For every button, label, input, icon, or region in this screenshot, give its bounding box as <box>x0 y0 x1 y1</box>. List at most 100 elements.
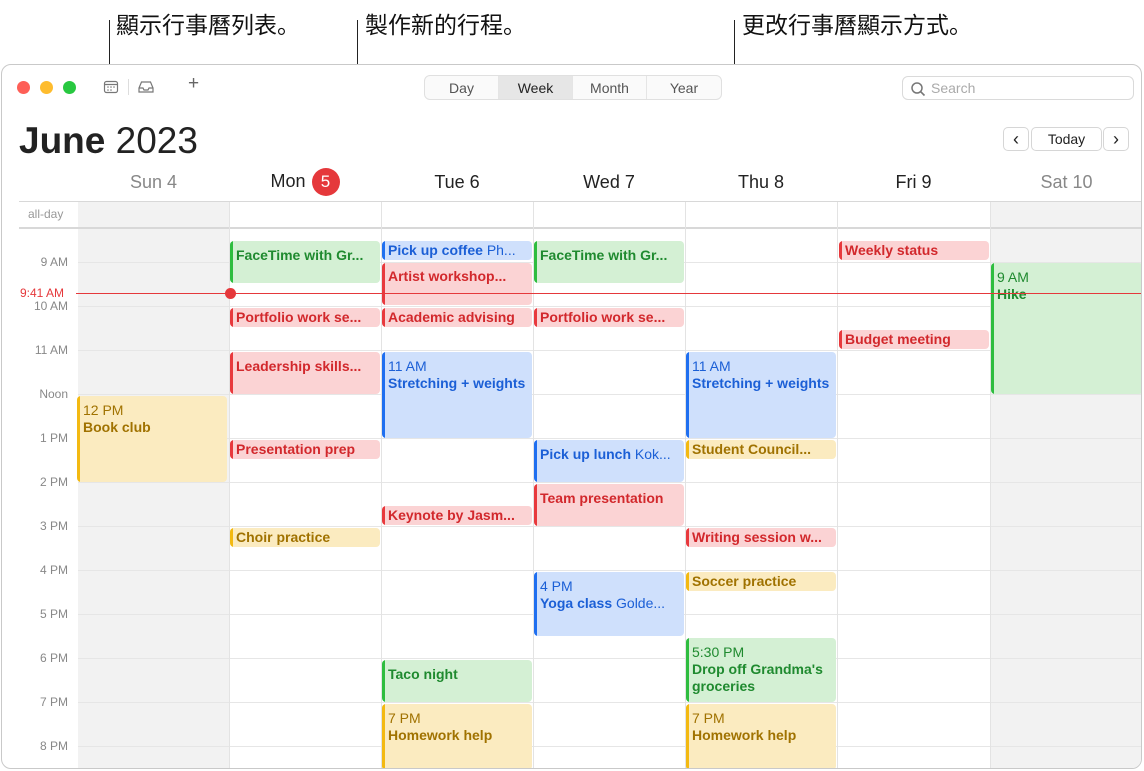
previous-week-button[interactable]: ‹ <box>1003 127 1029 151</box>
time-label: 6 PM <box>39 651 68 665</box>
hour-gridline <box>78 526 1141 527</box>
event-taco-night[interactable]: Taco night <box>382 660 532 702</box>
event-location: Kok... <box>634 446 671 462</box>
event-student-council[interactable]: Student Council... <box>686 440 836 459</box>
event-title: Pick up coffee <box>388 242 483 258</box>
event-academic-advising[interactable]: Academic advising <box>382 308 532 327</box>
tab-week[interactable]: Week <box>499 76 573 99</box>
callout-calendar-list: 顯示行事曆列表。 <box>116 13 300 39</box>
search-input[interactable] <box>931 79 1126 97</box>
event-keynote[interactable]: Keynote by Jasm... <box>382 506 532 525</box>
event-hike[interactable]: 9 AM Hike <box>991 263 1141 394</box>
event-location: Golde... <box>616 595 666 611</box>
all-day-divider <box>19 227 1141 229</box>
page-title: June 2023 <box>19 120 198 162</box>
event-title: Choir practice <box>236 529 331 545</box>
toolbar-divider <box>128 79 129 95</box>
event-title: Student Council... <box>692 441 811 457</box>
today-button[interactable]: Today <box>1031 127 1102 151</box>
event-title: Presentation prep <box>236 441 356 457</box>
event-color-bar <box>686 572 689 591</box>
hour-gridline <box>78 570 1141 571</box>
day-header-sun: Sun 4 <box>129 172 178 192</box>
event-weekly-status[interactable]: Weekly status <box>839 241 989 260</box>
zoom-window-button[interactable] <box>63 81 76 94</box>
tab-year[interactable]: Year <box>647 76 721 99</box>
event-color-bar <box>382 308 385 327</box>
time-label: 9 AM <box>40 255 68 269</box>
calendar-list-icon[interactable] <box>103 79 119 98</box>
event-homework-help[interactable]: 7 PM Homework help <box>686 704 836 768</box>
event-facetime[interactable]: FaceTime with Gr... <box>534 241 684 283</box>
event-color-bar <box>839 241 842 260</box>
hour-gridline <box>78 702 1141 703</box>
event-color-bar <box>686 440 689 459</box>
tab-month[interactable]: Month <box>573 76 647 99</box>
time-label: 8 PM <box>39 739 68 753</box>
event-title: Weekly status <box>845 242 939 258</box>
callout-new-event: 製作新的行程。 <box>365 13 526 39</box>
next-week-button[interactable]: › <box>1103 127 1129 151</box>
event-title: Team presentation <box>540 490 664 506</box>
event-title: Stretching + weights <box>388 375 526 391</box>
day-header-fri: Fri 9 <box>895 172 932 192</box>
event-homework-help[interactable]: 7 PM Homework help <box>382 704 532 768</box>
day-header-mon: Mon 5 <box>229 168 381 196</box>
event-title: Drop off Grandma's groceries <box>692 661 823 694</box>
event-title: Portfolio work se... <box>236 309 362 325</box>
event-soccer-practice[interactable]: Soccer practice <box>686 572 836 591</box>
event-stretching-weights[interactable]: 11 AM Stretching + weights <box>382 352 532 438</box>
day-header-wed: Wed 7 <box>583 172 635 192</box>
event-color-bar <box>382 660 385 702</box>
event-leadership-skills[interactable]: Leadership skills... <box>230 352 380 394</box>
event-facetime[interactable]: FaceTime with Gr... <box>230 241 380 283</box>
event-title: FaceTime with Gr... <box>236 247 364 263</box>
event-portfolio-work[interactable]: Portfolio work se... <box>534 308 684 327</box>
event-title: Academic advising <box>388 309 515 325</box>
add-event-button[interactable]: + <box>188 74 199 93</box>
hour-gridline <box>78 350 1141 351</box>
event-title: Budget meeting <box>845 331 951 347</box>
current-time-label: 9:41 AM <box>20 286 65 300</box>
close-window-button[interactable] <box>17 81 30 94</box>
event-title: Soccer practice <box>692 573 797 589</box>
event-pick-up-lunch[interactable]: Pick up lunch Kok... <box>534 440 684 482</box>
search-field[interactable] <box>902 76 1134 100</box>
tab-day[interactable]: Day <box>425 76 499 99</box>
event-location: Ph... <box>486 242 516 258</box>
minimize-window-button[interactable] <box>40 81 53 94</box>
event-team-presentation[interactable]: Team presentation <box>534 484 684 526</box>
event-writing-session[interactable]: Writing session w... <box>686 528 836 547</box>
event-color-bar <box>991 263 994 394</box>
weekend-background-sun <box>78 202 229 768</box>
event-presentation-prep[interactable]: Presentation prep <box>230 440 380 459</box>
event-pick-up-coffee[interactable]: Pick up coffee Ph... <box>382 241 532 260</box>
hour-gridline <box>78 658 1141 659</box>
event-color-bar <box>230 440 233 459</box>
event-title: Homework help <box>388 727 493 743</box>
event-choir-practice[interactable]: Choir practice <box>230 528 380 547</box>
day-header-sat: Sat 10 <box>1040 172 1093 192</box>
event-title: Keynote by Jasm... <box>388 507 515 523</box>
search-icon <box>909 79 929 99</box>
header-divider <box>19 201 1141 202</box>
hour-gridline <box>78 746 1141 747</box>
event-drop-off-groceries[interactable]: 5:30 PM Drop off Grandma's groceries <box>686 638 836 702</box>
event-budget-meeting[interactable]: Budget meeting <box>839 330 989 349</box>
event-stretching-weights[interactable]: 11 AM Stretching + weights <box>686 352 836 438</box>
event-book-club[interactable]: 12 PM Book club <box>77 396 227 482</box>
event-time: 7 PM <box>388 710 421 726</box>
event-color-bar <box>382 263 385 305</box>
event-time: 4 PM <box>540 578 573 594</box>
event-yoga-class[interactable]: 4 PM Yoga class Golde... <box>534 572 684 636</box>
day-header-mon-label: Mon <box>270 170 306 191</box>
event-portfolio-work[interactable]: Portfolio work se... <box>230 308 380 327</box>
event-color-bar <box>686 528 689 547</box>
event-color-bar <box>230 308 233 327</box>
event-artist-workshop[interactable]: Artist workshop... <box>382 263 532 305</box>
event-color-bar <box>534 308 537 327</box>
event-color-bar <box>534 572 537 636</box>
hour-gridline <box>78 306 1141 307</box>
view-mode-control: Day Week Month Year <box>424 75 722 100</box>
inbox-icon[interactable] <box>137 79 155 98</box>
